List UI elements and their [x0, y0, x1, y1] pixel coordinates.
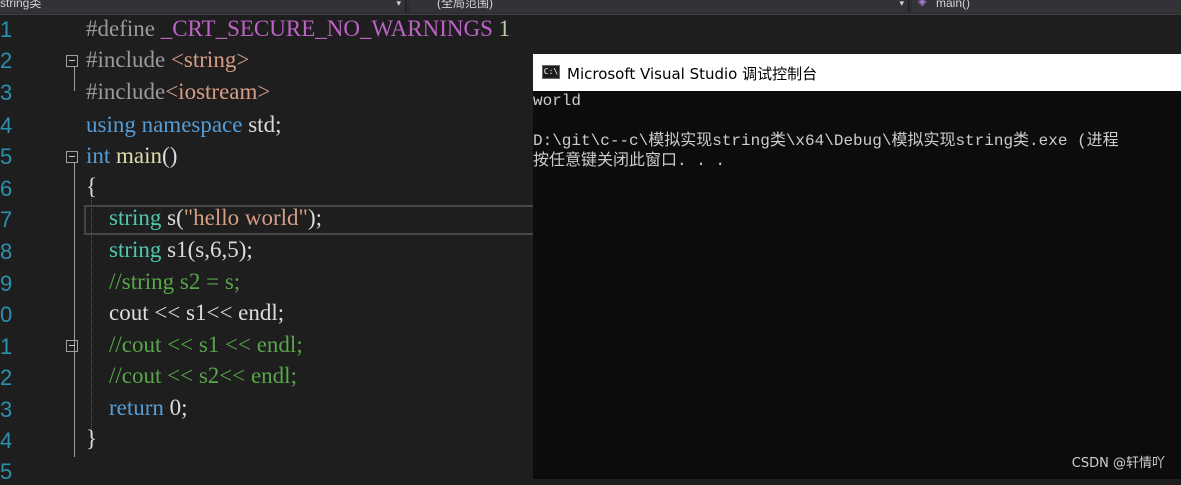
line-number: 5 [0, 459, 12, 484]
debug-console-window[interactable]: C:\ Microsoft Visual Studio 调试控制台 world … [533, 54, 1181, 479]
global-scope-dropdown[interactable]: (全局范围) ▾ [410, 0, 909, 13]
code-line[interactable]: string s("hello world"); [86, 205, 322, 231]
console-title: Microsoft Visual Studio 调试控制台 [567, 65, 818, 83]
line-number: 9 [0, 271, 12, 296]
scope-dropdown[interactable]: string类 ▾ [0, 0, 406, 13]
code-line[interactable]: } [86, 426, 97, 452]
console-title-bar[interactable]: C:\ Microsoft Visual Studio 调试控制台 [533, 54, 1181, 91]
code-line[interactable]: //cout << s1 << endl; [86, 332, 303, 358]
line-number: 3 [0, 80, 12, 105]
code-line[interactable]: //string s2 = s; [86, 269, 240, 295]
line-number: 1 [0, 334, 12, 359]
line-number: 2 [0, 365, 12, 390]
code-line[interactable]: //cout << s2<< endl; [86, 363, 297, 389]
line-number: 4 [0, 113, 12, 138]
code-line[interactable]: { [86, 174, 97, 200]
member-dropdown[interactable]: ◈ main() [912, 0, 1181, 13]
fold-line [74, 163, 75, 457]
chevron-down-icon: ▾ [396, 0, 401, 8]
collapse-toggle-icon[interactable] [66, 340, 78, 352]
code-line[interactable]: #include <string> [86, 47, 249, 73]
console-line: D:\git\c--c\模拟实现string类\x64\Debug\模拟实现st… [533, 132, 1119, 150]
line-number: 6 [0, 176, 12, 201]
line-number: 5 [0, 144, 12, 169]
line-number: 7 [0, 207, 12, 232]
code-line[interactable]: cout << s1<< endl; [86, 300, 284, 326]
console-line: 按任意键关闭此窗口. . . [533, 152, 726, 170]
collapse-toggle-icon[interactable] [66, 55, 78, 67]
member-dropdown-label: main() [936, 0, 971, 10]
code-line[interactable]: #define _CRT_SECURE_NO_WARNINGS 1 [86, 16, 510, 42]
line-number: 4 [0, 428, 12, 453]
console-output[interactable]: world D:\git\c--c\模拟实现string类\x64\Debug\… [533, 91, 1181, 479]
code-line[interactable]: string s1(s,6,5); [86, 237, 253, 263]
global-scope-label: (全局范围) [437, 0, 493, 10]
navigation-bar: string类 ▾ (全局范围) ▾ ◈ main() [0, 0, 1181, 15]
scope-dropdown-label: string类 [0, 0, 42, 10]
line-number: 3 [0, 397, 12, 422]
line-number: 0 [0, 302, 12, 327]
code-line[interactable]: return 0; [86, 395, 188, 421]
console-app-icon: C:\ [542, 65, 560, 79]
code-line[interactable]: int main() [86, 143, 177, 169]
collapse-toggle-icon[interactable] [66, 151, 78, 163]
watermark: CSDN @轩情吖 [1071, 456, 1165, 471]
line-number: 8 [0, 239, 12, 264]
chevron-down-icon: ▾ [899, 0, 904, 8]
line-number: 1 [0, 17, 12, 42]
code-line[interactable]: #include<iostream> [86, 79, 270, 105]
line-number: 2 [0, 48, 12, 73]
code-line[interactable]: using namespace std; [86, 112, 281, 138]
fold-line [74, 67, 75, 91]
console-line: world [533, 92, 582, 110]
method-cube-icon: ◈ [918, 0, 927, 8]
